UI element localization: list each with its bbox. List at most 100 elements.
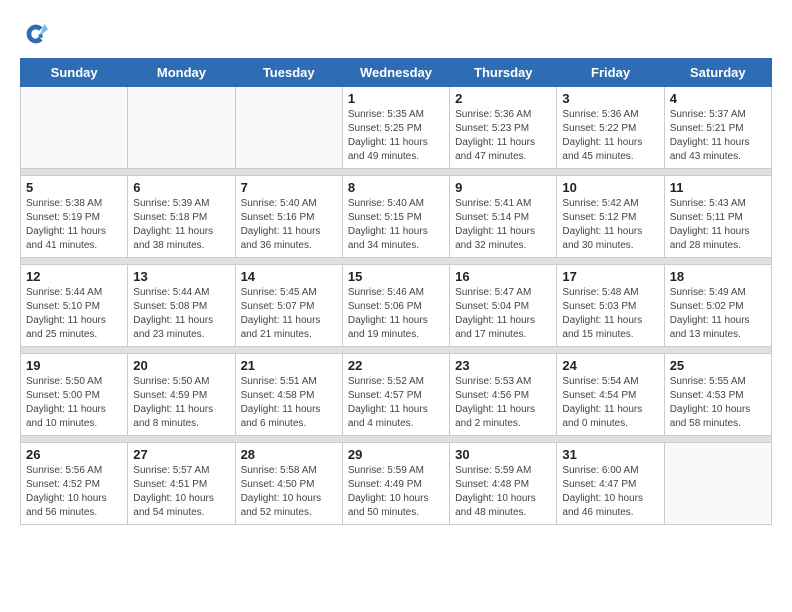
weekday-header-monday: Monday	[128, 59, 235, 87]
calendar-cell: 31 Sunrise: 6:00 AM Sunset: 4:47 PM Dayli…	[557, 443, 664, 525]
calendar-cell: 23 Sunrise: 5:53 AM Sunset: 4:56 PM Dayli…	[450, 354, 557, 436]
day-number: 31	[562, 447, 658, 462]
week-separator	[21, 258, 772, 265]
calendar-week-row: 12Sunrise: 5:44 AM Sunset: 5:10 PM Dayli…	[21, 265, 772, 347]
day-info: Sunrise: 5:46 AM Sunset: 5:06 PM Dayligh…	[348, 286, 444, 342]
day-info: Sunrise: 5:37 AM Sunset: 5:21 PM Dayligh…	[670, 108, 766, 164]
day-info: Sunrise: 5:55 AM Sunset: 4:53 PM Dayligh…	[670, 375, 766, 431]
day-number: 7	[241, 180, 337, 195]
calendar-cell: 27Sunrise: 5:57 AM Sunset: 4:51 PM Dayli…	[128, 443, 235, 525]
day-info: Sunrise: 5:36 AM Sunset: 5:23 PM Dayligh…	[455, 108, 551, 164]
day-info: Sunrise: 5:47 AM Sunset: 5:04 PM Dayligh…	[455, 286, 551, 342]
calendar-cell: 16 Sunrise: 5:47 AM Sunset: 5:04 PM Dayli…	[450, 265, 557, 347]
calendar-cell: 20Sunrise: 5:50 AM Sunset: 4:59 PM Dayli…	[128, 354, 235, 436]
day-info: Sunrise: 5:48 AM Sunset: 5:03 PM Dayligh…	[562, 286, 658, 342]
day-number: 8	[348, 180, 444, 195]
day-info: Sunrise: 5:39 AM Sunset: 5:18 PM Dayligh…	[133, 197, 229, 253]
calendar-cell: 19 Sunrise: 5:50 AM Sunset: 5:00 PM Dayli…	[21, 354, 128, 436]
calendar-cell: 4 Sunrise: 5:37 AM Sunset: 5:21 PM Daylig…	[664, 87, 771, 169]
day-number: 21	[241, 358, 337, 373]
calendar-cell: 9 Sunrise: 5:41 AM Sunset: 5:14 PM Daylig…	[450, 176, 557, 258]
day-number: 14	[241, 269, 337, 284]
calendar-cell: 28 Sunrise: 5:58 AM Sunset: 4:50 PM Dayli…	[235, 443, 342, 525]
calendar-week-row: 5Sunrise: 5:38 AM Sunset: 5:19 PM Daylig…	[21, 176, 772, 258]
calendar-cell: 29 Sunrise: 5:59 AM Sunset: 4:49 PM Dayli…	[342, 443, 449, 525]
weekday-header-saturday: Saturday	[664, 59, 771, 87]
day-info: Sunrise: 5:40 AM Sunset: 5:16 PM Dayligh…	[241, 197, 337, 253]
day-number: 3	[562, 91, 658, 106]
calendar-cell: 12Sunrise: 5:44 AM Sunset: 5:10 PM Dayli…	[21, 265, 128, 347]
weekday-header-friday: Friday	[557, 59, 664, 87]
day-number: 29	[348, 447, 444, 462]
day-info: Sunrise: 5:59 AM Sunset: 4:49 PM Dayligh…	[348, 464, 444, 520]
day-number: 2	[455, 91, 551, 106]
calendar-cell: 15Sunrise: 5:46 AM Sunset: 5:06 PM Dayli…	[342, 265, 449, 347]
calendar-cell	[664, 443, 771, 525]
calendar-table: SundayMondayTuesdayWednesdayThursdayFrid…	[20, 58, 772, 525]
calendar-week-row: 1Sunrise: 5:35 AM Sunset: 5:25 PM Daylig…	[21, 87, 772, 169]
day-number: 19	[26, 358, 122, 373]
weekday-header-row: SundayMondayTuesdayWednesdayThursdayFrid…	[21, 59, 772, 87]
day-info: Sunrise: 5:58 AM Sunset: 4:50 PM Dayligh…	[241, 464, 337, 520]
calendar-cell: 2 Sunrise: 5:36 AM Sunset: 5:23 PM Daylig…	[450, 87, 557, 169]
day-number: 24	[562, 358, 658, 373]
day-info: Sunrise: 5:49 AM Sunset: 5:02 PM Dayligh…	[670, 286, 766, 342]
day-number: 5	[26, 180, 122, 195]
weekday-header-sunday: Sunday	[21, 59, 128, 87]
day-info: Sunrise: 5:41 AM Sunset: 5:14 PM Dayligh…	[455, 197, 551, 253]
day-info: Sunrise: 5:42 AM Sunset: 5:12 PM Dayligh…	[562, 197, 658, 253]
day-number: 20	[133, 358, 229, 373]
day-info: Sunrise: 5:50 AM Sunset: 5:00 PM Dayligh…	[26, 375, 122, 431]
calendar-cell: 13 Sunrise: 5:44 AM Sunset: 5:08 PM Dayli…	[128, 265, 235, 347]
calendar-cell: 14 Sunrise: 5:45 AM Sunset: 5:07 PM Dayli…	[235, 265, 342, 347]
day-number: 22	[348, 358, 444, 373]
day-number: 6	[133, 180, 229, 195]
day-info: Sunrise: 5:45 AM Sunset: 5:07 PM Dayligh…	[241, 286, 337, 342]
calendar-cell: 1Sunrise: 5:35 AM Sunset: 5:25 PM Daylig…	[342, 87, 449, 169]
weekday-header-wednesday: Wednesday	[342, 59, 449, 87]
page-header	[20, 20, 772, 48]
week-separator	[21, 347, 772, 354]
day-number: 16	[455, 269, 551, 284]
day-info: Sunrise: 5:53 AM Sunset: 4:56 PM Dayligh…	[455, 375, 551, 431]
day-number: 9	[455, 180, 551, 195]
day-number: 25	[670, 358, 766, 373]
day-info: Sunrise: 5:36 AM Sunset: 5:22 PM Dayligh…	[562, 108, 658, 164]
day-info: Sunrise: 5:56 AM Sunset: 4:52 PM Dayligh…	[26, 464, 122, 520]
day-info: Sunrise: 5:44 AM Sunset: 5:08 PM Dayligh…	[133, 286, 229, 342]
calendar-cell: 10Sunrise: 5:42 AM Sunset: 5:12 PM Dayli…	[557, 176, 664, 258]
day-number: 17	[562, 269, 658, 284]
logo-icon	[22, 20, 50, 48]
calendar-cell: 26Sunrise: 5:56 AM Sunset: 4:52 PM Dayli…	[21, 443, 128, 525]
day-number: 18	[670, 269, 766, 284]
day-info: Sunrise: 6:00 AM Sunset: 4:47 PM Dayligh…	[562, 464, 658, 520]
calendar-cell: 7 Sunrise: 5:40 AM Sunset: 5:16 PM Daylig…	[235, 176, 342, 258]
day-number: 28	[241, 447, 337, 462]
calendar-cell: 24Sunrise: 5:54 AM Sunset: 4:54 PM Dayli…	[557, 354, 664, 436]
day-number: 23	[455, 358, 551, 373]
calendar-cell: 21 Sunrise: 5:51 AM Sunset: 4:58 PM Dayli…	[235, 354, 342, 436]
calendar-cell: 8Sunrise: 5:40 AM Sunset: 5:15 PM Daylig…	[342, 176, 449, 258]
calendar-cell: 11 Sunrise: 5:43 AM Sunset: 5:11 PM Dayli…	[664, 176, 771, 258]
day-info: Sunrise: 5:51 AM Sunset: 4:58 PM Dayligh…	[241, 375, 337, 431]
calendar-cell: 18 Sunrise: 5:49 AM Sunset: 5:02 PM Dayli…	[664, 265, 771, 347]
week-separator	[21, 436, 772, 443]
calendar-week-row: 26Sunrise: 5:56 AM Sunset: 4:52 PM Dayli…	[21, 443, 772, 525]
weekday-header-thursday: Thursday	[450, 59, 557, 87]
day-number: 27	[133, 447, 229, 462]
calendar-cell: 30Sunrise: 5:59 AM Sunset: 4:48 PM Dayli…	[450, 443, 557, 525]
day-info: Sunrise: 5:35 AM Sunset: 5:25 PM Dayligh…	[348, 108, 444, 164]
day-info: Sunrise: 5:44 AM Sunset: 5:10 PM Dayligh…	[26, 286, 122, 342]
calendar-cell: 17 Sunrise: 5:48 AM Sunset: 5:03 PM Dayli…	[557, 265, 664, 347]
calendar-cell	[21, 87, 128, 169]
calendar-cell: 25 Sunrise: 5:55 AM Sunset: 4:53 PM Dayli…	[664, 354, 771, 436]
day-number: 4	[670, 91, 766, 106]
day-info: Sunrise: 5:43 AM Sunset: 5:11 PM Dayligh…	[670, 197, 766, 253]
day-number: 11	[670, 180, 766, 195]
calendar-cell: 3 Sunrise: 5:36 AM Sunset: 5:22 PM Daylig…	[557, 87, 664, 169]
calendar-cell: 5Sunrise: 5:38 AM Sunset: 5:19 PM Daylig…	[21, 176, 128, 258]
day-number: 13	[133, 269, 229, 284]
day-number: 30	[455, 447, 551, 462]
calendar-cell	[235, 87, 342, 169]
day-info: Sunrise: 5:52 AM Sunset: 4:57 PM Dayligh…	[348, 375, 444, 431]
